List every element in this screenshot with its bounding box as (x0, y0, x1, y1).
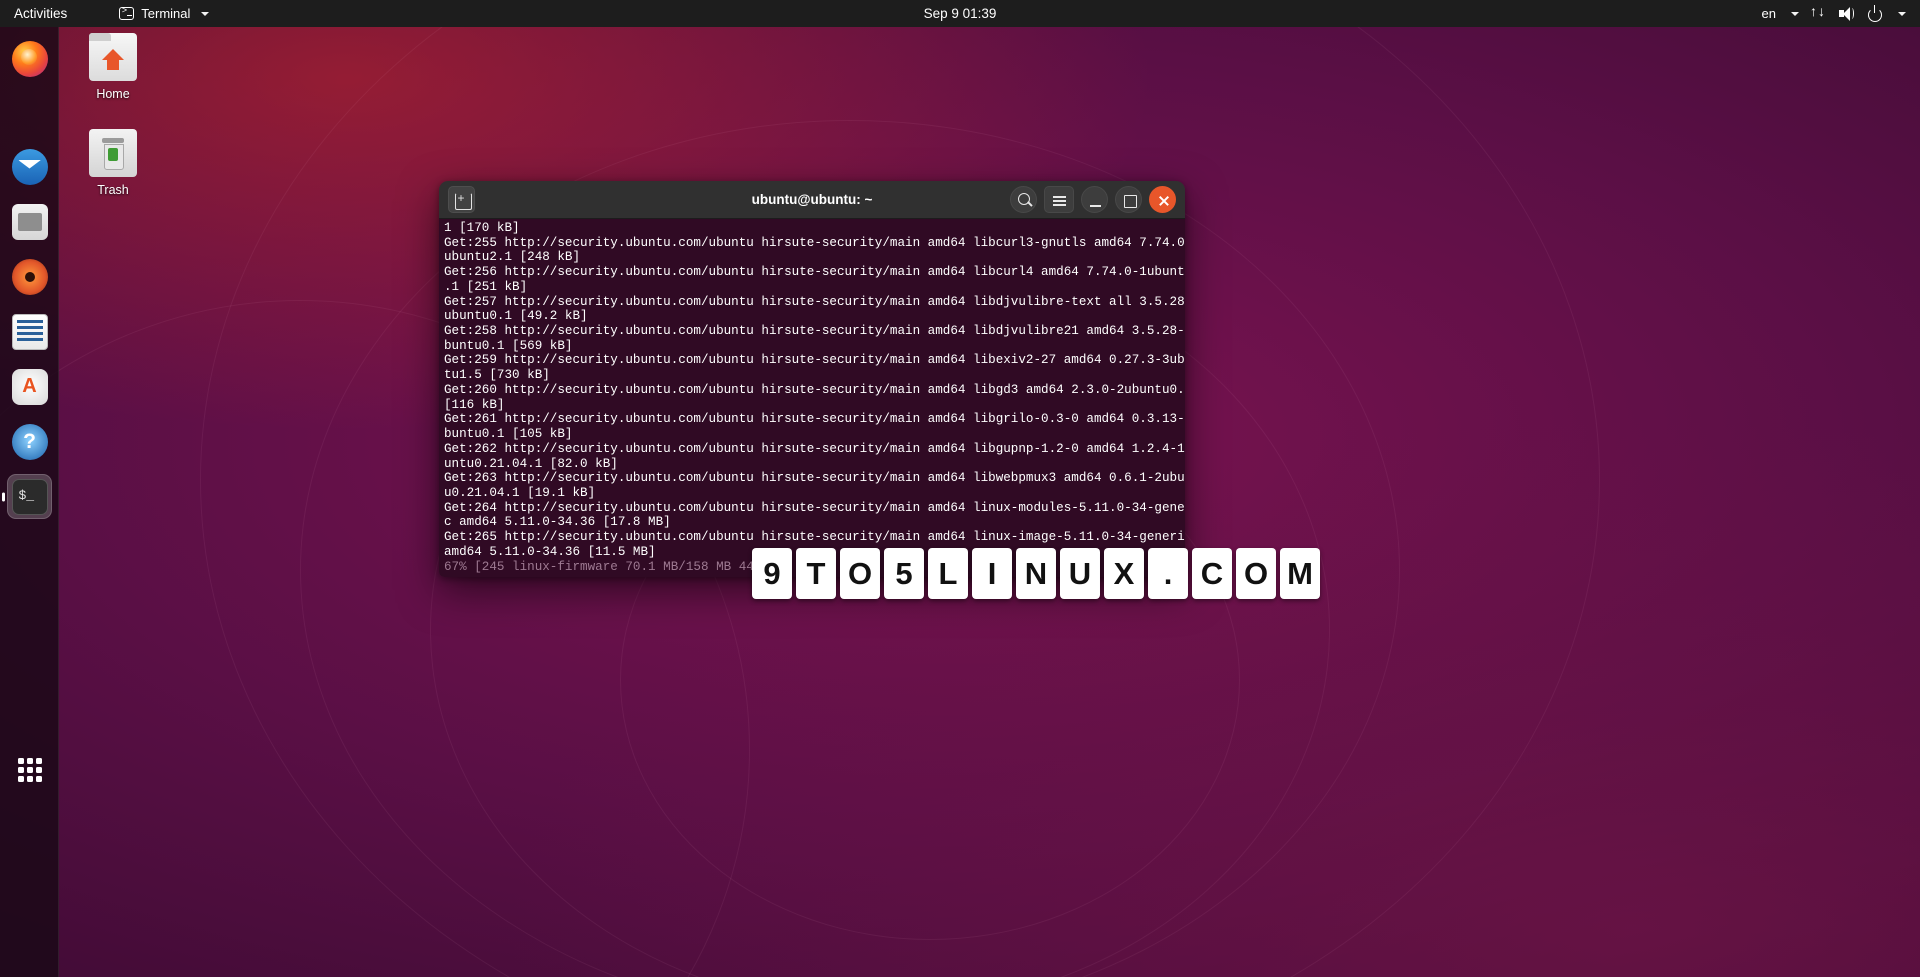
clock[interactable]: Sep 9 01:39 (924, 6, 997, 21)
show-applications-button[interactable] (7, 747, 52, 792)
search-button[interactable] (1010, 186, 1037, 213)
ubuntu-software-icon (11, 368, 48, 405)
new-tab-button[interactable] (448, 186, 475, 213)
terminal-progress-line: 67% [245 linux-firmware 70.1 MB/158 MB 4… (444, 559, 769, 574)
chevron-down-icon (201, 11, 210, 16)
watermark-char: . (1148, 548, 1188, 599)
power-icon[interactable] (1866, 5, 1883, 22)
app-menu-button[interactable]: Terminal (109, 0, 219, 27)
dock-item-ubuntu-software[interactable] (7, 364, 52, 409)
dock (0, 27, 59, 977)
network-icon[interactable] (1810, 3, 1827, 22)
terminal-output-text: 1 [170 kB] Get:255 http://security.ubunt… (444, 221, 1185, 559)
dock-item-firefox[interactable] (7, 36, 52, 81)
files-icon (11, 203, 48, 240)
activities-label: Activities (14, 6, 68, 21)
watermark-char: M (1280, 548, 1320, 599)
volume-icon[interactable] (1838, 5, 1855, 22)
app-menu-label: Terminal (141, 6, 191, 21)
dock-item-libreoffice-writer[interactable] (7, 309, 52, 354)
close-button[interactable] (1149, 186, 1176, 213)
maximize-button[interactable] (1115, 186, 1142, 213)
terminal-window[interactable]: ubuntu@ubuntu: ~ 1 [170 kB] Get:255 http… (439, 181, 1185, 577)
activities-button[interactable]: Activities (0, 0, 77, 27)
terminal-icon (119, 6, 135, 20)
dock-item-rhythmbox[interactable] (7, 254, 52, 299)
watermark: 9TO5LINUX.COM (752, 548, 1320, 599)
dock-item-files[interactable] (7, 199, 52, 244)
chevron-down-icon[interactable] (1898, 11, 1906, 16)
top-bar: Activities Terminal Sep 9 01:39 en (0, 0, 1920, 27)
help-icon (11, 423, 48, 460)
watermark-char: O (840, 548, 880, 599)
chevron-down-icon (1791, 11, 1799, 16)
dock-item-help[interactable] (7, 419, 52, 464)
watermark-char: L (928, 548, 968, 599)
watermark-char: T (796, 548, 836, 599)
dock-item-terminal[interactable] (7, 474, 52, 519)
mail-icon (11, 148, 48, 185)
desktop-icon-label: Trash (97, 183, 129, 197)
desktop-icon-trash[interactable]: Trash (63, 129, 163, 197)
document-icon (11, 313, 48, 350)
watermark-char: N (1016, 548, 1056, 599)
watermark-char: O (1236, 548, 1276, 599)
watermark-char: C (1192, 548, 1232, 599)
terminal-output: 1 [170 kB] Get:255 http://security.ubunt… (443, 221, 1185, 574)
desktop-icon-label: Home (96, 87, 130, 101)
firefox-icon (11, 40, 48, 77)
watermark-char: I (972, 548, 1012, 599)
watermark-char: 9 (752, 548, 792, 599)
terminal-body[interactable]: 1 [170 kB] Get:255 http://security.ubunt… (439, 219, 1185, 577)
terminal-scrollbar[interactable] (1175, 219, 1183, 577)
watermark-char: X (1104, 548, 1144, 599)
keyboard-layout-indicator[interactable]: en (1762, 6, 1776, 21)
menu-button[interactable] (1044, 186, 1074, 213)
watermark-char: 5 (884, 548, 924, 599)
watermark-char: U (1060, 548, 1100, 599)
apps-grid-icon (12, 752, 48, 788)
desktop-icon-home[interactable]: Home (63, 33, 163, 101)
terminal-titlebar[interactable]: ubuntu@ubuntu: ~ (439, 181, 1185, 219)
terminal-icon (11, 478, 48, 515)
music-icon (11, 258, 48, 295)
dock-item-thunderbird[interactable] (7, 144, 52, 189)
home-folder-icon (89, 33, 137, 81)
trash-icon (89, 129, 137, 177)
minimize-button[interactable] (1081, 186, 1108, 213)
system-tray: en (1762, 0, 1920, 27)
